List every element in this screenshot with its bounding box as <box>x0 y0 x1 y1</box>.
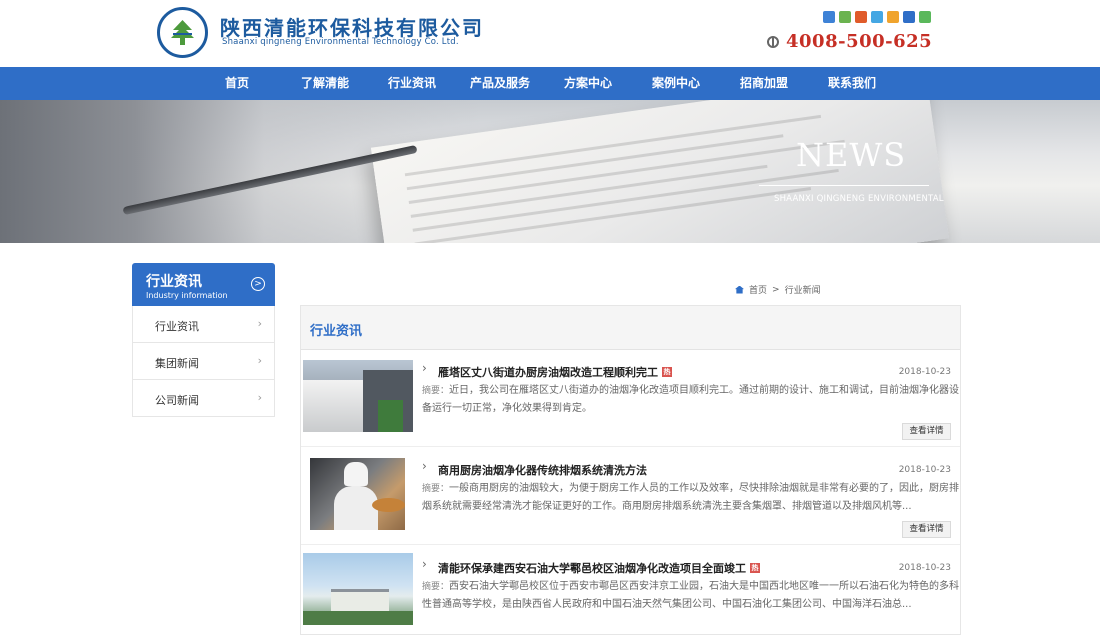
section-header: 行业资讯 <box>301 306 960 350</box>
chevron-right-icon: › <box>257 391 262 404</box>
main-nav: 首页 了解清能 行业资讯 产品及服务 方案中心 案例中心 招商加盟 联系我们 <box>0 67 1100 100</box>
news-thumbnail[interactable] <box>303 360 413 432</box>
share-icon[interactable] <box>823 11 835 23</box>
list-item: › 商用厨房油烟净化器传统排烟系统清洗方法 2018-10-23 摘要：一般商用… <box>301 449 960 545</box>
sidebar-item-industry-news[interactable]: 行业资讯 › <box>132 306 275 343</box>
nav-item-contact[interactable]: 联系我们 <box>828 67 876 100</box>
sidebar: 行业资讯 Industry information > 行业资讯 › 集团新闻 … <box>132 263 275 417</box>
sidebar-header: 行业资讯 Industry information > <box>132 263 275 306</box>
summary-label: 摘要： <box>422 582 450 592</box>
share-icons <box>823 11 931 23</box>
nav-item-cases[interactable]: 案例中心 <box>652 67 700 100</box>
view-details-button[interactable]: 查看详情 <box>902 423 951 440</box>
summary-text: 一般商用厨房的油烟较大，为便于厨房工作人员的工作以及效率，尽快排除油烟就是非常有… <box>422 483 960 512</box>
breadcrumb-home-link[interactable]: 首页 <box>749 283 767 296</box>
nav-item-solutions[interactable]: 方案中心 <box>564 67 612 100</box>
chevron-right-icon: › <box>257 354 262 367</box>
news-date: 2018-10-23 <box>898 563 951 573</box>
news-thumbnail[interactable] <box>310 458 405 530</box>
summary-text: 西安石油大学鄠邑校区位于西安市鄠邑区西安沣京工业园，石油大是中国西北地区唯一一所… <box>422 581 960 610</box>
sidebar-title: 行业资讯 <box>146 274 202 290</box>
company-logo-icon[interactable] <box>157 7 208 58</box>
sidebar-item-label: 集团新闻 <box>155 357 199 370</box>
news-title-link[interactable]: 雁塔区丈八街道办厨房油烟改造工程顺利完工 热 <box>438 364 672 380</box>
sidebar-item-group-news[interactable]: 集团新闻 › <box>132 343 275 380</box>
news-summary: 摘要：一般商用厨房的油烟较大，为便于厨房工作人员的工作以及效率，尽快排除油烟就是… <box>422 480 962 516</box>
nav-item-home[interactable]: 首页 <box>225 67 249 100</box>
nav-item-products[interactable]: 产品及服务 <box>470 67 530 100</box>
site-header: 陕西清能环保科技有限公司 Shaanxi qingneng Environmen… <box>0 0 1100 67</box>
hotline-number: 4008-500-625 <box>786 31 933 52</box>
news-date: 2018-10-23 <box>898 465 951 475</box>
sidebar-item-company-news[interactable]: 公司新闻 › <box>132 380 275 417</box>
banner-subtitle: SHAANXI QINGNENG ENVIRONMENTAL <box>774 194 944 204</box>
chevron-right-icon: › <box>257 317 262 330</box>
banner-title: NEWS <box>796 136 907 174</box>
summary-label: 摘要： <box>422 386 450 396</box>
list-item: › 雁塔区丈八街道办厨房油烟改造工程顺利完工 热 2018-10-23 摘要：近… <box>301 351 960 447</box>
share-icon[interactable] <box>871 11 883 23</box>
globe-icon <box>767 35 779 48</box>
section-title: 行业资讯 <box>310 324 363 339</box>
news-list-panel: 行业资讯 › 雁塔区丈八街道办厨房油烟改造工程顺利完工 热 2018-10-23… <box>300 305 961 635</box>
view-details-button[interactable]: 查看详情 <box>902 521 951 538</box>
news-banner <box>0 100 1100 243</box>
home-icon <box>735 285 744 294</box>
share-icon[interactable] <box>903 11 915 23</box>
news-title: 雁塔区丈八街道办厨房油烟改造工程顺利完工 <box>438 366 658 379</box>
breadcrumb-separator: > <box>772 284 780 295</box>
news-title-link[interactable]: 清能环保承建西安石油大学鄠邑校区油烟净化改造项目全面竣工 热 <box>438 560 760 576</box>
chevron-right-icon: › <box>422 557 427 571</box>
hot-badge: 热 <box>750 563 760 573</box>
sidebar-item-label: 公司新闻 <box>155 394 199 407</box>
nav-item-industry-news[interactable]: 行业资讯 <box>388 67 436 100</box>
chevron-right-icon: › <box>422 459 427 473</box>
summary-text: 近日，我公司在雁塔区丈八街道办的油烟净化改造项目顺利完工。通过前期的设计、施工和… <box>422 385 960 414</box>
news-title-link[interactable]: 商用厨房油烟净化器传统排烟系统清洗方法 <box>438 462 647 478</box>
news-title: 清能环保承建西安石油大学鄠邑校区油烟净化改造项目全面竣工 <box>438 562 746 575</box>
news-summary: 摘要：西安石油大学鄠邑校区位于西安市鄠邑区西安沣京工业园，石油大是中国西北地区唯… <box>422 578 962 614</box>
news-date: 2018-10-23 <box>898 367 951 377</box>
company-name-en: Shaanxi qingneng Environmental Technolog… <box>222 37 459 47</box>
hotline: 4008-500-625 <box>767 31 932 52</box>
list-item: › 清能环保承建西安石油大学鄠邑校区油烟净化改造项目全面竣工 热 2018-10… <box>301 547 960 643</box>
breadcrumb-current: 行业新闻 <box>784 286 821 296</box>
share-icon[interactable] <box>919 11 931 23</box>
sidebar-subtitle: Industry information <box>146 291 228 300</box>
news-title: 商用厨房油烟净化器传统排烟系统清洗方法 <box>438 464 647 477</box>
share-icon[interactable] <box>855 11 867 23</box>
summary-label: 摘要： <box>422 484 450 494</box>
news-summary: 摘要：近日，我公司在雁塔区丈八街道办的油烟净化改造项目顺利完工。通过前期的设计、… <box>422 382 962 418</box>
nav-item-franchise[interactable]: 招商加盟 <box>740 67 788 100</box>
news-thumbnail[interactable] <box>303 553 413 625</box>
share-icon[interactable] <box>887 11 899 23</box>
banner-divider <box>759 185 929 186</box>
circle-arrow-icon: > <box>251 277 265 291</box>
nav-item-about[interactable]: 了解清能 <box>301 67 349 100</box>
breadcrumb: 首页 > 行业新闻 <box>735 283 821 296</box>
chevron-right-icon: › <box>422 361 427 375</box>
share-icon[interactable] <box>839 11 851 23</box>
hot-badge: 热 <box>662 367 672 377</box>
sidebar-item-label: 行业资讯 <box>155 320 199 333</box>
